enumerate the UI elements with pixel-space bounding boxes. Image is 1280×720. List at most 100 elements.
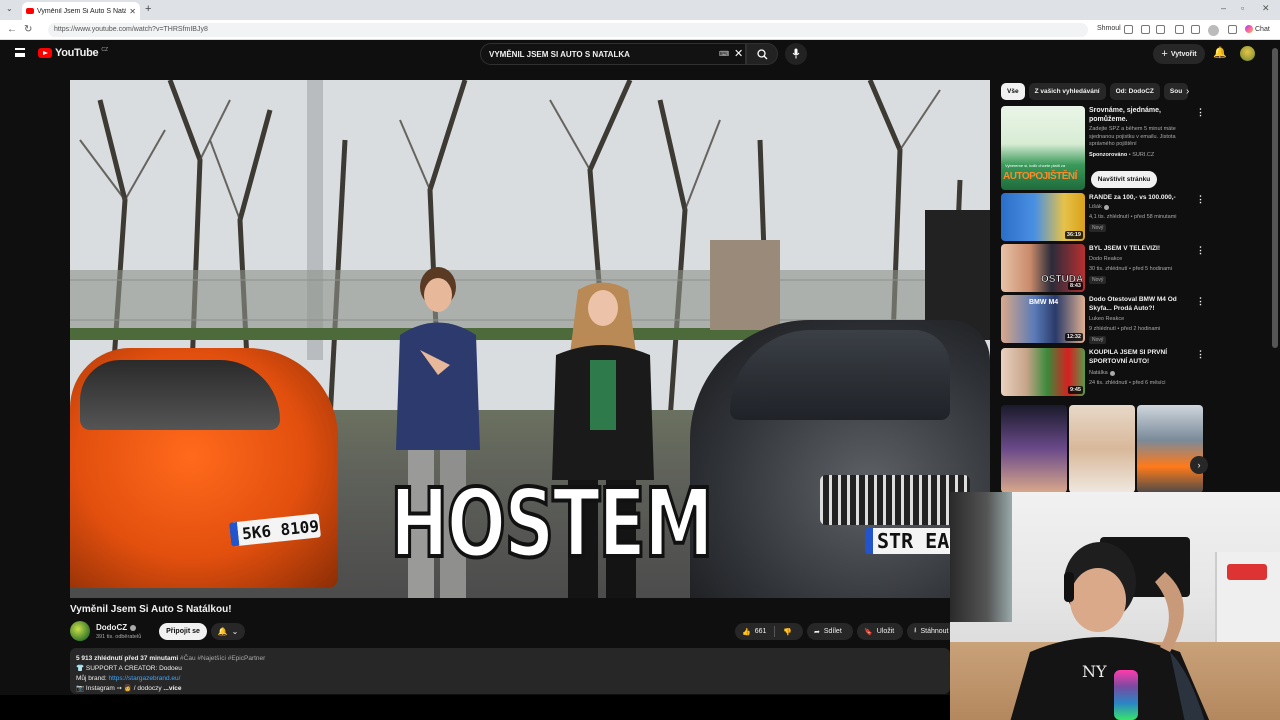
short-thumbnail[interactable] xyxy=(1001,405,1067,493)
hashtags[interactable]: #Čau #Najetšíci #EpicPartner xyxy=(180,655,265,662)
copilot-chat-button[interactable]: Chat xyxy=(1245,25,1270,33)
close-window-icon[interactable]: ✕ xyxy=(1262,3,1270,14)
tab-close-icon[interactable]: ✕ xyxy=(129,7,136,16)
video-player[interactable]: 5K6 8109 STR EAM HOSTEM xyxy=(70,80,990,598)
short-thumbnail[interactable] xyxy=(1137,405,1203,493)
chip-from-searches[interactable]: Z vašich vyhledávání xyxy=(1028,83,1106,100)
recommended-video[interactable]: OSTUDA 8:43 BYL JSEM V TELEVIZI! Dodo Re… xyxy=(1001,244,1201,292)
plus-icon: + xyxy=(1161,48,1168,60)
channel-name[interactable]: Lukeo Reakce xyxy=(1089,316,1124,322)
recommended-video[interactable]: 9:45 KOUPILA JSEM SI PRVNÍ SPORTOVNÍ AUT… xyxy=(1001,348,1201,396)
new-badge: Nový xyxy=(1089,224,1107,232)
browser-profile-avatar[interactable] xyxy=(1208,25,1219,36)
channel-avatar[interactable] xyxy=(70,621,90,641)
short-thumbnail[interactable] xyxy=(1069,405,1135,493)
channel-name-text: DodoCZ xyxy=(96,623,128,632)
reader-mode-icon[interactable] xyxy=(1124,25,1133,34)
browser-toolbar: ← ↻ https://www.youtube.com/watch?v=THRS… xyxy=(0,20,1280,40)
video-title[interactable]: RANDE za 100,- vs 100.000,- xyxy=(1089,193,1193,202)
new-tab-button[interactable]: + xyxy=(145,3,151,15)
ad-description: Zadejte SPZ a během 5 minut máte sjednan… xyxy=(1089,126,1176,147)
video-title[interactable]: KOUPILA JSEM SI PRVNÍ SPORTOVNÍ AUTO! xyxy=(1089,348,1193,366)
chip-from-channel[interactable]: Od: DodoCZ xyxy=(1109,83,1160,100)
ad-title[interactable]: Srovnáme, sjednáme, pomůžeme. xyxy=(1089,106,1189,124)
chevron-down-icon: ⌄ xyxy=(231,627,239,636)
brand-link[interactable]: https://stargazebrand.eu/ xyxy=(109,675,181,682)
like-icon[interactable]: 👍 xyxy=(742,628,751,636)
hamburger-menu-icon[interactable] xyxy=(15,48,25,57)
like-dislike-group: 👍 661 👎 xyxy=(735,623,803,640)
notifications-bell-icon[interactable]: 🔔 xyxy=(1213,46,1227,59)
video-channel: Lišák xyxy=(1089,204,1109,210)
video-thumbnail[interactable]: OSTUDA 8:43 xyxy=(1001,244,1085,292)
browser-tab[interactable]: Vyměnil Jsem Si Auto S Natálkou! ✕ xyxy=(22,2,140,20)
dislike-icon[interactable]: 👎 xyxy=(783,628,792,636)
bell-icon: 🔔 xyxy=(217,627,228,636)
video-thumbnail[interactable]: BMW M4 12:32 xyxy=(1001,295,1085,343)
search-input[interactable]: VYMĚNIL JSEM SI AUTO S NATALKA xyxy=(480,43,746,65)
create-button[interactable]: + Vytvořit xyxy=(1153,44,1205,64)
reload-icon[interactable]: ↻ xyxy=(24,24,32,35)
show-more-link[interactable]: ...více xyxy=(163,685,181,692)
maximize-icon[interactable]: ▫ xyxy=(1241,3,1244,13)
youtube-favicon-icon xyxy=(26,8,34,14)
keyboard-icon[interactable]: ⌨ xyxy=(719,50,729,58)
tab-title: Vyměnil Jsem Si Auto S Natálkou! xyxy=(37,7,127,15)
car-glass xyxy=(730,330,950,420)
video-stats: 30 tis. zhlédnutí • před 5 hodinami xyxy=(1089,266,1172,272)
ad-more-icon[interactable]: ⋮ xyxy=(1196,107,1205,118)
video-more-icon[interactable]: ⋮ xyxy=(1196,245,1205,256)
share-button[interactable]: ➦ Sdílet xyxy=(807,623,853,640)
video-channel: Natálka xyxy=(1089,370,1115,376)
video-title[interactable]: BYL JSEM V TELEVIZI! xyxy=(1089,244,1193,253)
youtube-play-icon xyxy=(38,48,52,58)
ad-thumbnail[interactable]: Vybereme si, kolik chcete platit za AUTO… xyxy=(1001,106,1085,190)
notification-toggle[interactable]: 🔔 ⌄ xyxy=(211,623,245,640)
recommended-video[interactable]: 36:19 RANDE za 100,- vs 100.000,- Lišák … xyxy=(1001,193,1201,241)
shorts-shelf xyxy=(1001,405,1203,493)
channel-name[interactable]: Natálka xyxy=(1089,370,1108,376)
search-button[interactable] xyxy=(746,43,778,65)
chevron-right-icon[interactable]: › xyxy=(1186,86,1189,97)
favorite-star-icon[interactable] xyxy=(1156,25,1165,34)
video-thumbnail[interactable]: 36:19 xyxy=(1001,193,1085,241)
scrollbar-thumb[interactable] xyxy=(1272,48,1278,348)
more-options-icon[interactable] xyxy=(1228,25,1237,34)
collections-icon[interactable] xyxy=(1191,25,1200,34)
back-icon[interactable]: ← xyxy=(7,24,17,35)
tab-list-icon[interactable]: ⌄ xyxy=(6,4,13,13)
youtube-logo[interactable]: YouTube CZ xyxy=(38,47,108,59)
apps-icon[interactable] xyxy=(1141,25,1150,34)
ad-thumb-brand: AUTOPOJIŠTĚNÍ xyxy=(1003,171,1077,182)
car-grille xyxy=(820,475,970,525)
clear-search-icon[interactable]: ✕ xyxy=(734,47,743,60)
save-button[interactable]: 🔖 Uložit xyxy=(857,623,903,640)
address-bar[interactable]: https://www.youtube.com/watch?v=THRSfmIB… xyxy=(48,23,1088,37)
recommended-video[interactable]: BMW M4 12:32 Dodo Otestoval BMW M4 Od Sk… xyxy=(1001,295,1201,344)
video-channel: Lukeo Reakce xyxy=(1089,316,1124,322)
profile-label[interactable]: Shmoul xyxy=(1097,25,1121,32)
join-button[interactable]: Připojit se xyxy=(159,623,207,640)
video-more-icon[interactable]: ⋮ xyxy=(1196,349,1205,360)
voice-search-button[interactable] xyxy=(785,43,807,65)
channel-name[interactable]: Lišák xyxy=(1089,204,1102,210)
video-more-icon[interactable]: ⋮ xyxy=(1196,194,1205,205)
extensions-icon[interactable] xyxy=(1175,25,1184,34)
video-title[interactable]: Dodo Otestoval BMW M4 Od Skyfa... Prodá … xyxy=(1089,295,1193,313)
chevron-right-icon[interactable]: › xyxy=(1190,456,1208,474)
visit-site-button[interactable]: Navštívit stránku xyxy=(1091,171,1157,188)
video-duration: 12:32 xyxy=(1064,333,1083,341)
video-description[interactable]: 5 913 zhlédnutí před 37 minutami #Čau #N… xyxy=(70,648,950,694)
video-duration: 8:43 xyxy=(1067,282,1083,290)
minimize-icon[interactable]: – xyxy=(1221,3,1226,13)
channel-name[interactable]: DodoCZ xyxy=(96,623,137,632)
like-count[interactable]: 661 xyxy=(755,628,767,635)
user-avatar[interactable] xyxy=(1240,46,1255,61)
video-thumbnail[interactable]: 9:45 xyxy=(1001,348,1085,396)
chip-related[interactable]: Sou xyxy=(1163,83,1189,100)
verified-icon xyxy=(1109,370,1115,376)
webcam-red-box xyxy=(1227,564,1267,580)
chip-all[interactable]: Vše xyxy=(1001,83,1025,100)
channel-name[interactable]: Dodo Reakce xyxy=(1089,256,1122,262)
video-more-icon[interactable]: ⋮ xyxy=(1196,296,1205,307)
